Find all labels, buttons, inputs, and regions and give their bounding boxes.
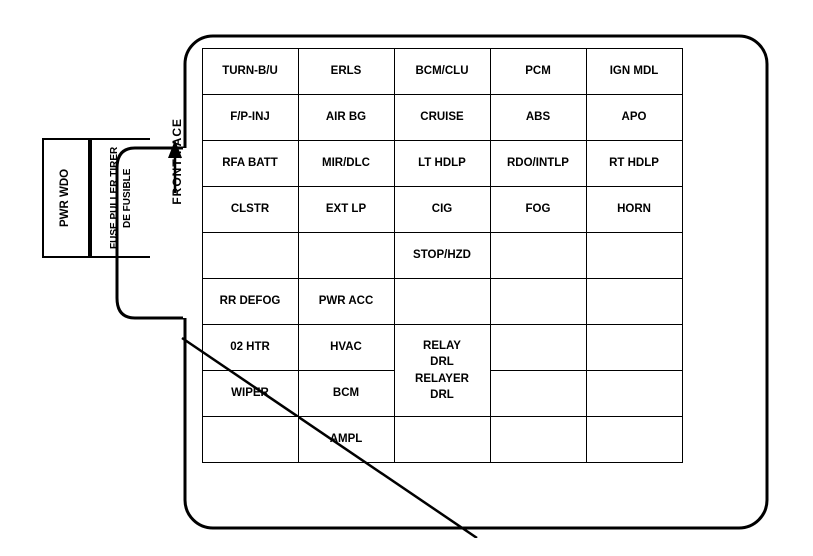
cell-empty-9 — [586, 325, 682, 371]
cell-empty-4 — [586, 233, 682, 279]
cell-empty-12 — [202, 417, 298, 463]
cell-lt-hdlp: LT HDLP — [394, 141, 490, 187]
table-row: 02 HTR HVAC RELAYDRLRELAYERDRL — [202, 325, 682, 371]
cell-rfa-batt: RFA BATT — [202, 141, 298, 187]
table-row: CLSTR EXT LP CIG FOG HORN — [202, 187, 682, 233]
cell-abs: ABS — [490, 95, 586, 141]
cell-fog: FOG — [490, 187, 586, 233]
cell-empty-11 — [586, 371, 682, 417]
cell-bcm-clu: BCM/CLU — [394, 49, 490, 95]
cell-rt-hdlp: RT HDLP — [586, 141, 682, 187]
fuse-table: TURN-B/U ERLS BCM/CLU PCM IGN MDL F/P-IN… — [202, 48, 683, 463]
cell-pwr-acc: PWR ACC — [298, 279, 394, 325]
cell-relay-drl: RELAYDRLRELAYERDRL — [394, 325, 490, 417]
cell-cruise: CRUISE — [394, 95, 490, 141]
cell-empty-3 — [490, 233, 586, 279]
cell-air-bg: AIR BG — [298, 95, 394, 141]
table-row: F/P-INJ AIR BG CRUISE ABS APO — [202, 95, 682, 141]
table-row: AMPL — [202, 417, 682, 463]
cell-02-htr: 02 HTR — [202, 325, 298, 371]
table-row: RR DEFOG PWR ACC — [202, 279, 682, 325]
cell-cig: CIG — [394, 187, 490, 233]
cell-rr-defog: RR DEFOG — [202, 279, 298, 325]
cell-mir-dlc: MIR/DLC — [298, 141, 394, 187]
cell-ign-mdl: IGN MDL — [586, 49, 682, 95]
cell-clstr: CLSTR — [202, 187, 298, 233]
fuse-puller-label: FUSE PULLER TIRER DE FUSIBLE — [108, 144, 134, 252]
cell-empty-8 — [490, 325, 586, 371]
cell-turn-bu: TURN-B/U — [202, 49, 298, 95]
fuse-puller-box: FUSE PULLER TIRER DE FUSIBLE — [90, 138, 150, 258]
cell-bcm: BCM — [298, 371, 394, 417]
cell-rdo-intlp: RDO/INTLP — [490, 141, 586, 187]
left-panel: PWR WDO FUSE PULLER TIRER DE FUSIBLE — [42, 138, 150, 258]
cell-pcm: PCM — [490, 49, 586, 95]
cell-horn: HORN — [586, 187, 682, 233]
table-row: TURN-B/U ERLS BCM/CLU PCM IGN MDL — [202, 49, 682, 95]
front-face-label: FRONT/FACE — [170, 118, 184, 205]
cell-empty-1 — [202, 233, 298, 279]
cell-hvac: HVAC — [298, 325, 394, 371]
diagram-container: PWR WDO FUSE PULLER TIRER DE FUSIBLE FRO… — [27, 18, 787, 538]
cell-empty-15 — [586, 417, 682, 463]
cell-apo: APO — [586, 95, 682, 141]
cell-ampl: AMPL — [298, 417, 394, 463]
cell-empty-7 — [586, 279, 682, 325]
cell-empty-2 — [298, 233, 394, 279]
cell-ext-lp: EXT LP — [298, 187, 394, 233]
cell-empty-10 — [490, 371, 586, 417]
cell-erls: ERLS — [298, 49, 394, 95]
cell-wiper: WIPER — [202, 371, 298, 417]
cell-empty-14 — [490, 417, 586, 463]
table-row: RFA BATT MIR/DLC LT HDLP RDO/INTLP RT HD… — [202, 141, 682, 187]
cell-fp-inj: F/P-INJ — [202, 95, 298, 141]
table-row: STOP/HZD — [202, 233, 682, 279]
pwr-wdo-label: PWR WDO — [59, 169, 73, 227]
cell-empty-6 — [490, 279, 586, 325]
cell-stop-hzd: STOP/HZD — [394, 233, 490, 279]
cell-empty-5 — [394, 279, 490, 325]
pwr-wdo-box: PWR WDO — [42, 138, 90, 258]
cell-empty-13 — [394, 417, 490, 463]
